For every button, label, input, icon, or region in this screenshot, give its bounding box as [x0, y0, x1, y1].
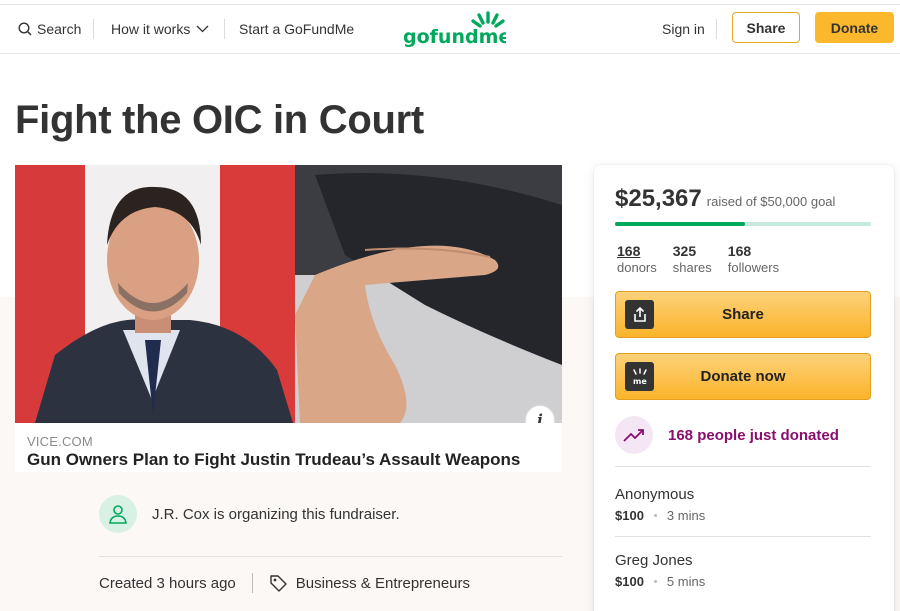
organizer-text: J.R. Cox is organizing this fundraiser.	[152, 505, 400, 523]
nav-divider	[716, 19, 717, 39]
campaign-photo	[15, 165, 562, 423]
progress-bar	[615, 222, 871, 226]
share-button-label: Share	[722, 306, 764, 323]
donation-time: 3 mins	[666, 508, 706, 523]
raised-amount: $25,367	[615, 185, 702, 212]
separator-dot	[653, 514, 657, 517]
meta-divider	[251, 573, 253, 593]
gofundme-mark-icon: me	[625, 362, 654, 391]
donation-amount: $100	[615, 508, 644, 523]
search-icon	[18, 22, 32, 36]
campaign-title: Fight the OIC in Court	[15, 98, 424, 142]
donor-name: Greg Jones	[615, 552, 693, 569]
progress-bar-fill	[615, 222, 745, 226]
donors-stat[interactable]: 168 donors	[617, 243, 657, 276]
category-link[interactable]: Business & Entrepreneurs	[296, 575, 470, 592]
search-label: Search	[37, 21, 82, 37]
organizer-row: J.R. Cox is organizing this fundraiser.	[99, 495, 400, 533]
share-button-header[interactable]: Share	[732, 12, 800, 43]
divider	[615, 466, 871, 467]
shares-label: shares	[672, 260, 712, 275]
donation-time: 5 mins	[666, 574, 706, 589]
recent-donations-text: 168 people just donated	[668, 426, 839, 444]
start-gofundme-link[interactable]: Start a GoFundMe	[239, 5, 354, 53]
top-nav: Search How it works Start a GoFundMe gof…	[0, 4, 900, 54]
donate-button-header[interactable]: Donate	[815, 12, 894, 43]
donate-now-label: Donate now	[700, 368, 786, 385]
media-headline: Gun Owners Plan to Fight Justin Trudeau’…	[27, 450, 521, 469]
divider	[99, 556, 562, 557]
chevron-down-icon	[196, 25, 209, 33]
trending-up-icon	[615, 416, 653, 454]
donate-now-button[interactable]: me Donate now	[615, 353, 871, 400]
divider	[615, 536, 871, 537]
sign-in-link[interactable]: Sign in	[662, 5, 705, 53]
recent-donations-link[interactable]: 168 people just donated	[615, 416, 839, 454]
donation-item: Greg Jones $100 5 mins	[615, 552, 705, 589]
svg-text:me: me	[633, 377, 647, 386]
raised-summary: $25,367 raised of $50,000 goal	[615, 185, 835, 213]
donation-item: Anonymous $100 3 mins	[615, 486, 705, 523]
shares-stat: 325 shares	[673, 243, 712, 276]
how-it-works-label: How it works	[111, 21, 191, 37]
followers-count: 168	[727, 243, 752, 259]
donors-count[interactable]: 168	[617, 243, 657, 259]
shares-count: 325	[672, 243, 697, 259]
search-link[interactable]: Search	[18, 5, 81, 53]
donor-name: Anonymous	[615, 486, 695, 503]
share-icon	[625, 300, 654, 329]
media-caption[interactable]: VICE.COM Gun Owners Plan to Fight Justin…	[15, 423, 562, 472]
how-it-works-menu[interactable]: How it works	[111, 5, 209, 53]
goal-text: raised of $50,000 goal	[706, 194, 836, 209]
donors-label: donors	[617, 260, 657, 275]
share-button[interactable]: Share	[615, 291, 871, 338]
campaign-meta: Created 3 hours ago Business & Entrepren…	[99, 573, 470, 593]
followers-label: followers	[727, 260, 780, 275]
organizer-avatar-icon	[99, 495, 137, 533]
donation-amount: $100	[615, 574, 644, 589]
nav-divider	[224, 19, 225, 39]
separator-dot	[653, 580, 657, 583]
followers-stat: 168 followers	[728, 243, 779, 276]
campaign-media[interactable]: i VICE.COM Gun Owners Plan to Fight Just…	[15, 165, 562, 472]
gofundme-logo[interactable]: gofundme	[402, 11, 511, 49]
nav-divider	[93, 19, 94, 39]
donation-sidebar: $25,367 raised of $50,000 goal 168 donor…	[594, 165, 894, 611]
created-time: Created 3 hours ago	[99, 574, 236, 592]
campaign-stats: 168 donors 325 shares 168 followers	[617, 243, 795, 276]
tag-icon	[269, 574, 288, 593]
media-source-domain: VICE.COM	[27, 434, 93, 449]
svg-text:gofundme: gofundme	[403, 26, 506, 48]
